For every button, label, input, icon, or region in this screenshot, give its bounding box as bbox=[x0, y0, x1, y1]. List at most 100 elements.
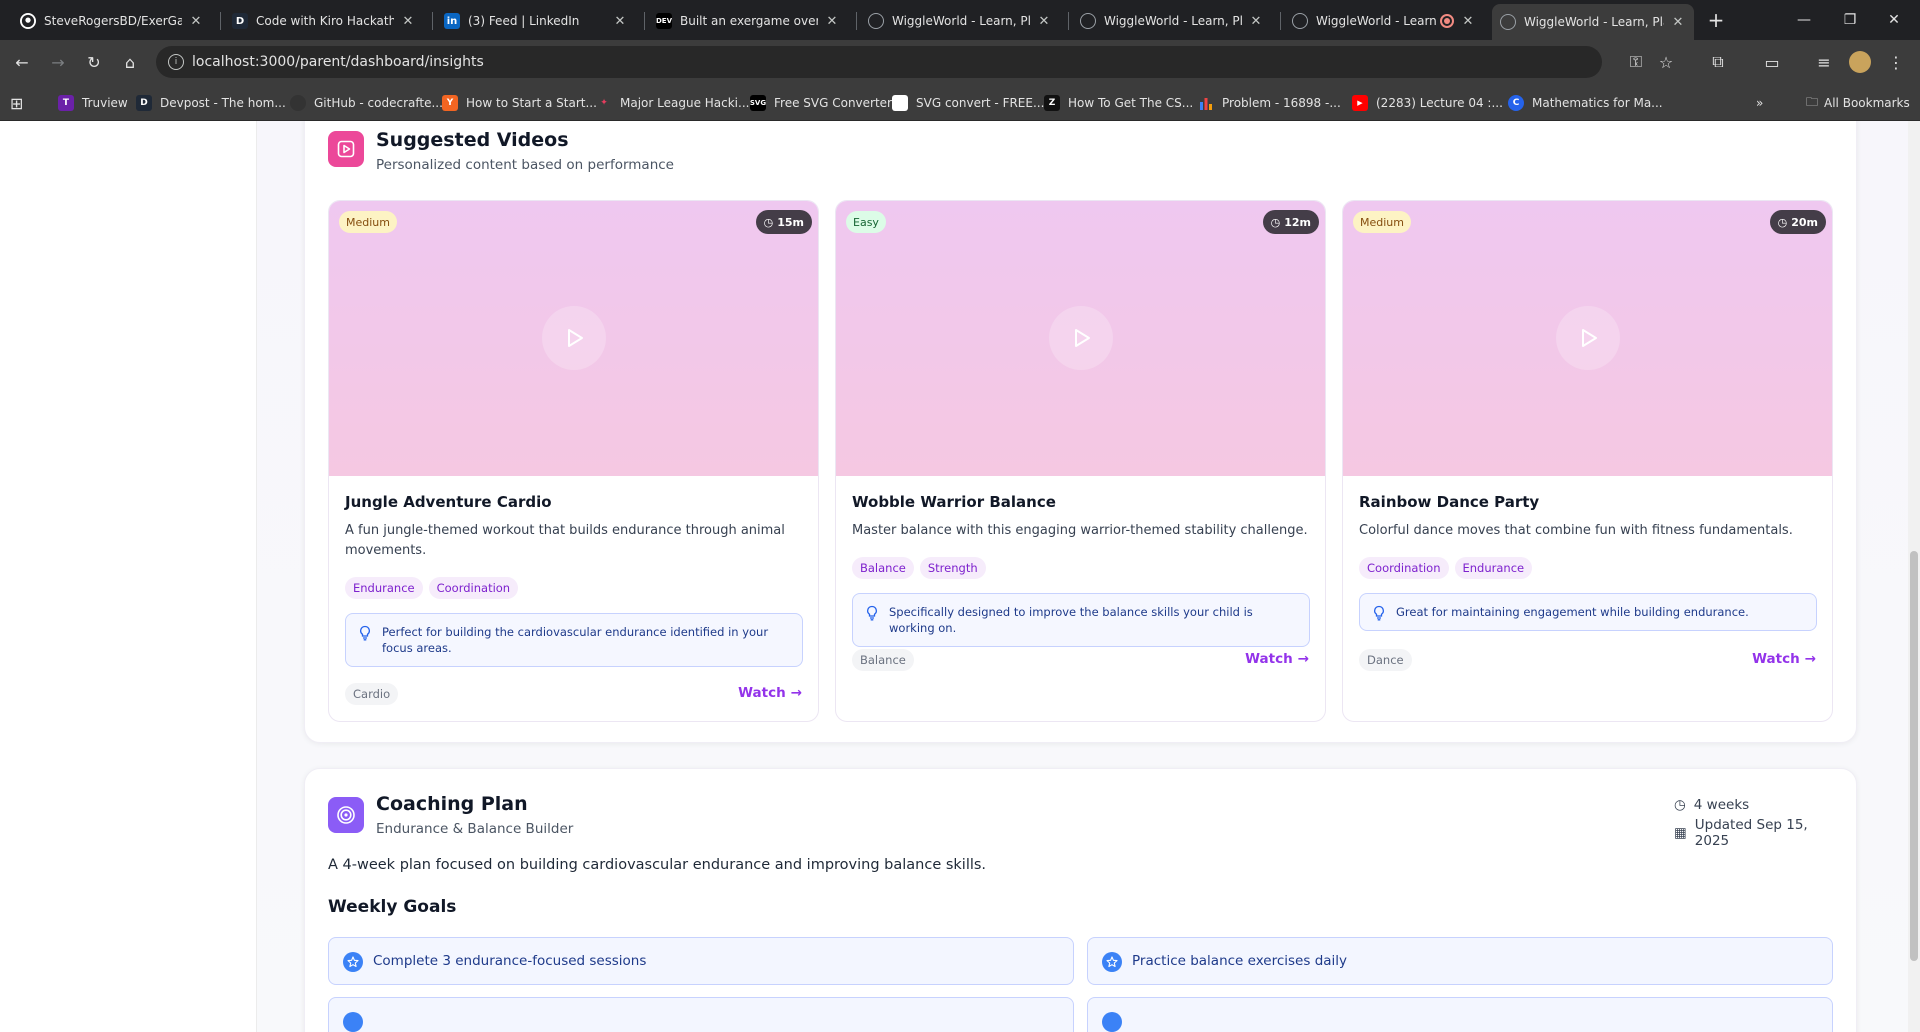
bookmark-item[interactable]: SVG Free SVG Converter bbox=[750, 92, 892, 114]
watch-button[interactable]: Watch → bbox=[1245, 651, 1309, 667]
browser-tab[interactable]: in (3) Feed | LinkedIn ✕ bbox=[436, 4, 636, 38]
forward-arrow-icon[interactable]: → bbox=[44, 48, 72, 76]
bookmark-item[interactable]: ▶ (2283) Lecture 04 :... bbox=[1352, 92, 1503, 114]
close-tab-icon[interactable]: ✕ bbox=[612, 14, 628, 29]
play-button[interactable] bbox=[1049, 306, 1113, 370]
video-card[interactable]: Medium ◷ 20m Rainbow Dance Party Colorful… bbox=[1342, 200, 1833, 722]
browser-tab-active[interactable]: WiggleWorld - Learn, Play ✕ bbox=[1492, 4, 1694, 40]
watch-button[interactable]: Watch → bbox=[738, 685, 802, 701]
recording-icon bbox=[1440, 14, 1454, 28]
page-scrollbar[interactable] bbox=[1908, 121, 1920, 1032]
play-button[interactable] bbox=[1556, 306, 1620, 370]
bookmark-item[interactable]: ✦ Major League Hacki... bbox=[596, 92, 749, 114]
coaching-plan-card: Coaching Plan Endurance & Balance Builde… bbox=[304, 768, 1857, 1032]
duration-badge: ◷ 20m bbox=[1769, 210, 1826, 234]
globe-icon bbox=[1500, 14, 1516, 30]
apps-grid-icon[interactable]: ⊞ bbox=[10, 92, 23, 114]
bookmark-item[interactable]: T Truview bbox=[58, 92, 128, 114]
bookmark-label: Devpost - The hom... bbox=[160, 96, 286, 110]
bookmark-item[interactable]: C Mathematics for Ma... bbox=[1508, 92, 1663, 114]
ycombinator-icon: Y bbox=[442, 95, 458, 111]
video-title: Wobble Warrior Balance bbox=[852, 493, 1056, 511]
tab-title: Code with Kiro Hackathon bbox=[256, 14, 394, 28]
watch-button[interactable]: Watch → bbox=[1752, 651, 1816, 667]
category-badge: Dance bbox=[1359, 649, 1412, 671]
skill-tag: Strength bbox=[919, 557, 986, 579]
video-card[interactable]: Easy ◷ 12m Wobble Warrior Balance Master … bbox=[835, 200, 1326, 722]
bookmark-label: Problem - 16898 -... bbox=[1222, 96, 1341, 110]
browser-tab[interactable]: WiggleWorld - Learn, F ✕ bbox=[1284, 4, 1484, 38]
all-bookmarks-folder[interactable]: 🗀 All Bookmarks bbox=[1806, 92, 1910, 114]
close-tab-icon[interactable]: ✕ bbox=[188, 14, 204, 29]
suggested-videos-card: Suggested Videos Personalized content ba… bbox=[304, 121, 1857, 743]
bookmark-item[interactable]: Problem - 16898 -... bbox=[1198, 92, 1341, 114]
extensions-icon[interactable]: ⧉ bbox=[1704, 48, 1732, 76]
arrow-right-icon: → bbox=[790, 685, 802, 701]
clock-icon: ◷ bbox=[1270, 215, 1281, 229]
browser-chrome: SteveRogersBD/ExerGame ✕ D Code with Kir… bbox=[0, 0, 1920, 121]
reload-icon[interactable]: ↻ bbox=[80, 48, 108, 76]
bookmark-label: SVG convert - FREE... bbox=[916, 96, 1045, 110]
calendar-icon: ▦ bbox=[1674, 825, 1687, 841]
play-button[interactable] bbox=[542, 306, 606, 370]
clock-icon: ◷ bbox=[1777, 215, 1788, 229]
tag-list: Coordination Endurance bbox=[1359, 557, 1538, 579]
more-bookmarks-icon[interactable]: » bbox=[1756, 92, 1763, 114]
tab-strip: SteveRogersBD/ExerGame ✕ D Code with Kir… bbox=[0, 0, 1920, 40]
address-bar[interactable]: i localhost:3000/parent/dashboard/insigh… bbox=[156, 46, 1602, 78]
goal-text: Complete 3 endurance-focused sessions bbox=[373, 953, 647, 969]
watch-label: Watch bbox=[738, 685, 786, 701]
back-arrow-icon[interactable]: ← bbox=[8, 48, 36, 76]
clock-icon: ◷ bbox=[763, 215, 774, 229]
close-tab-icon[interactable]: ✕ bbox=[824, 14, 840, 29]
new-tab-button[interactable]: + bbox=[1700, 0, 1732, 40]
close-tab-icon[interactable]: ✕ bbox=[400, 14, 416, 29]
home-icon[interactable]: ⌂ bbox=[116, 48, 144, 76]
profile-avatar[interactable] bbox=[1846, 48, 1874, 76]
bookmark-item[interactable]: SVG convert - FREE... bbox=[892, 92, 1044, 114]
tab-title: WiggleWorld - Learn, Play bbox=[1104, 14, 1242, 28]
bookmark-label: Free SVG Converter bbox=[774, 96, 892, 110]
scrollbar-thumb[interactable] bbox=[1910, 551, 1918, 961]
plan-duration-text: 4 weeks bbox=[1693, 797, 1750, 813]
weekly-goal-item: Complete 3 endurance-focused sessions bbox=[328, 937, 1074, 985]
password-key-icon[interactable]: ⚿ bbox=[1622, 48, 1650, 76]
browser-tab[interactable]: SteveRogersBD/ExerGame ✕ bbox=[12, 4, 212, 38]
lightbulb-icon bbox=[1374, 605, 1384, 621]
video-thumbnail[interactable]: Medium ◷ 20m bbox=[1343, 201, 1832, 476]
difficulty-badge: Medium bbox=[1353, 211, 1411, 233]
tab-title: (3) Feed | LinkedIn bbox=[468, 14, 580, 28]
bookmark-item[interactable]: D Devpost - The hom... bbox=[136, 92, 286, 114]
devpost-icon: D bbox=[136, 95, 152, 111]
media-controls-icon[interactable]: ≡ bbox=[1810, 48, 1838, 76]
bookmark-label: Truview bbox=[82, 96, 128, 110]
plan-duration: ◷ 4 weeks bbox=[1674, 797, 1834, 813]
close-tab-icon[interactable]: ✕ bbox=[1248, 14, 1264, 29]
video-thumbnail[interactable]: Medium ◷ 15m bbox=[329, 201, 818, 476]
video-thumbnail[interactable]: Easy ◷ 12m bbox=[836, 201, 1325, 476]
clock-icon: ◷ bbox=[1674, 797, 1686, 813]
category-badge: Balance bbox=[852, 649, 914, 671]
close-window-button[interactable]: ✕ bbox=[1866, 0, 1920, 40]
video-card[interactable]: Medium ◷ 15m Jungle Adventure Cardio A fu… bbox=[328, 200, 819, 722]
site-info-icon[interactable]: i bbox=[168, 54, 184, 70]
linkedin-icon: in bbox=[444, 13, 460, 29]
coursera-icon: C bbox=[1508, 95, 1524, 111]
browser-tab[interactable]: D Code with Kiro Hackathon ✕ bbox=[224, 4, 424, 38]
tab-title: SteveRogersBD/ExerGame bbox=[44, 14, 182, 28]
browser-tab[interactable]: WiggleWorld - Learn, Play ✕ bbox=[860, 4, 1060, 38]
bookmark-item[interactable]: Z How To Get The CS... bbox=[1044, 92, 1193, 114]
menu-dots-icon[interactable]: ⋮ bbox=[1882, 48, 1910, 76]
bookmark-label: Major League Hacki... bbox=[620, 96, 750, 110]
close-tab-icon[interactable]: ✕ bbox=[1670, 15, 1686, 30]
sidepanel-icon[interactable]: ▭ bbox=[1758, 48, 1786, 76]
bookmark-star-icon[interactable]: ☆ bbox=[1652, 48, 1680, 76]
close-tab-icon[interactable]: ✕ bbox=[1460, 14, 1476, 29]
bookmark-item[interactable]: Y How to Start a Start... bbox=[442, 92, 597, 114]
difficulty-badge: Easy bbox=[846, 211, 886, 233]
browser-tab[interactable]: WiggleWorld - Learn, Play ✕ bbox=[1072, 4, 1272, 38]
close-tab-icon[interactable]: ✕ bbox=[1036, 14, 1052, 29]
browser-tab[interactable]: DEV Built an exergame over the ✕ bbox=[648, 4, 848, 38]
bookmark-item[interactable]: GitHub - codecrafte... bbox=[290, 92, 443, 114]
section-title: Coaching Plan bbox=[376, 793, 528, 815]
